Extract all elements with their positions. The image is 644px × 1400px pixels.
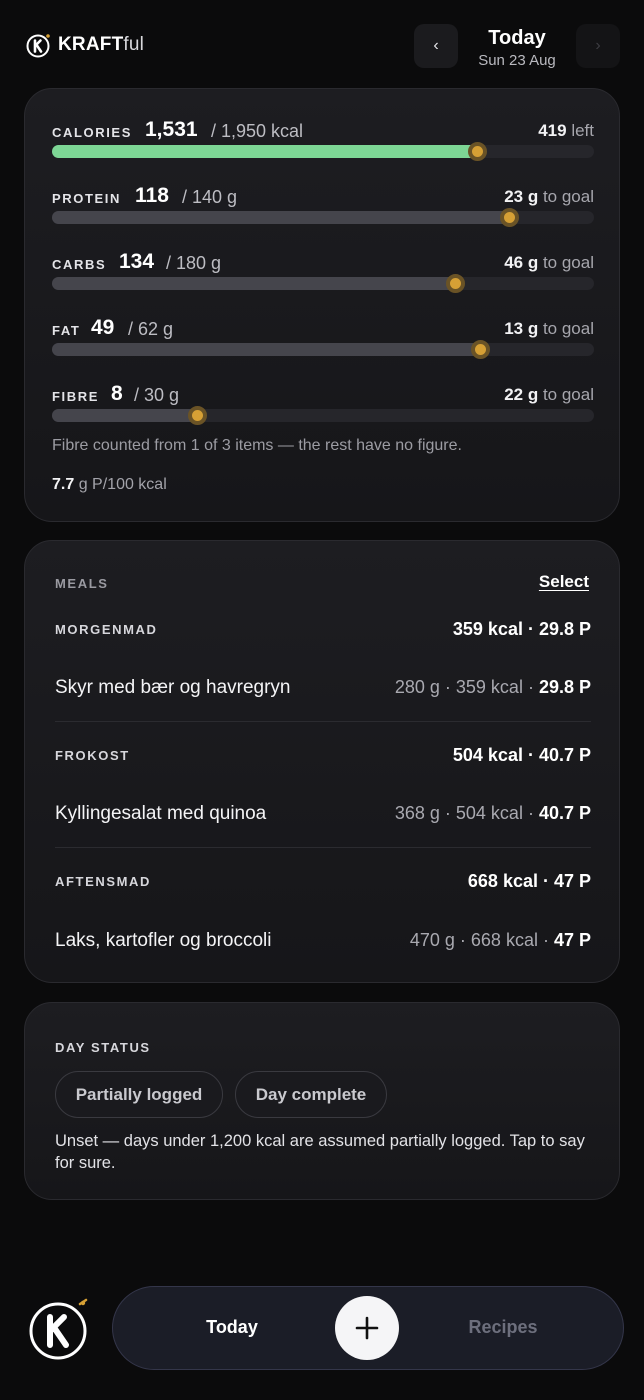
nutrient-target: / 62 g: [128, 319, 174, 339]
kraftful-logo-icon: [26, 34, 50, 58]
meal-item-name: Laks, kartofler og broccoli: [55, 930, 272, 951]
divider: [55, 721, 591, 722]
meal-item-name: Kyllingesalat med quinoa: [55, 803, 267, 824]
progress-fill: [52, 409, 197, 422]
progress-knob: [499, 208, 519, 227]
nutrient-row-fat: FAT 49 / 62 g 13 g to goal: [52, 316, 594, 371]
chevron-right-icon: ›: [595, 37, 601, 54]
nutrient-value: 1,531: [145, 118, 198, 141]
nutrient-remaining: 23 g to goal: [504, 187, 594, 206]
nutrient-value: 8: [111, 382, 123, 405]
progress-track: [52, 340, 594, 359]
day-status-heading: DAY STATUS: [55, 1040, 151, 1055]
meals-heading: MEALS: [55, 576, 109, 591]
fibre-note: Fibre counted from 1 of 3 items — the re…: [52, 437, 462, 454]
meals-card: MEALS Select MORGENMAD 359 kcal · 29.8 P…: [24, 540, 620, 983]
progress-fill: [52, 343, 481, 356]
progress-track: [52, 406, 594, 425]
protein-ratio: 7.7 g P/100 kcal: [52, 476, 167, 493]
meal-item-details: 368 g · 504 kcal · 40.7 P: [394, 803, 591, 823]
tab-recipes[interactable]: Recipes: [453, 1317, 553, 1338]
kraftful-logo-icon[interactable]: [28, 1298, 90, 1360]
nutrient-value: 134: [119, 250, 155, 273]
progress-fill: [52, 277, 456, 290]
meal-item[interactable]: Laks, kartofler og broccoli 470 g · 668 …: [55, 928, 591, 956]
nutrient-remaining: 46 g to goal: [504, 253, 594, 272]
day-status-card: DAY STATUS Partially logged Day complete…: [24, 1002, 620, 1200]
previous-day-button[interactable]: ‹: [414, 24, 458, 68]
date-display: Today Sun 23 Aug: [460, 27, 574, 69]
progress-track: [52, 142, 594, 161]
nutrient-name: FAT: [52, 323, 81, 338]
meal-group-name: MORGENMAD: [55, 622, 158, 637]
progress-track: [52, 274, 594, 293]
nutrient-row-carbs: CARBS 134 / 180 g 46 g to goal: [52, 250, 594, 305]
nutrient-remaining: 13 g to goal: [504, 319, 594, 338]
brand: KRAFTful: [26, 32, 144, 58]
meal-group-name: FROKOST: [55, 748, 130, 763]
add-button[interactable]: [335, 1296, 399, 1360]
nutrient-name: CARBS: [52, 257, 107, 272]
meal-item-details: 470 g · 668 kcal · 47 P: [409, 930, 591, 950]
day-status-help[interactable]: Unset — days under 1,200 kcal are assume…: [55, 1130, 595, 1174]
nutrient-target: / 140 g: [182, 187, 238, 207]
nutrient-target: / 30 g: [134, 385, 180, 405]
next-day-button[interactable]: ›: [576, 24, 620, 68]
meal-item[interactable]: Kyllingesalat med quinoa 368 g · 504 kca…: [55, 801, 591, 829]
meal-group-header: MORGENMAD 359 kcal · 29.8 P: [55, 619, 591, 643]
nutrient-row-fibre: FIBRE 8 / 30 g 22 g to goal: [52, 382, 594, 437]
nutrient-row-calories: CALORIES 1,531 / 1,950 kcal 419 left: [52, 118, 594, 173]
chevron-left-icon: ‹: [433, 37, 439, 54]
progress-knob: [446, 274, 466, 293]
nutrient-name: CALORIES: [52, 125, 132, 140]
meal-group-summary: 668 kcal · 47 P: [467, 871, 591, 891]
app-header: KRAFTful ‹ Today Sun 23 Aug ›: [0, 0, 644, 90]
nutrient-target: / 1,950 kcal: [211, 121, 304, 141]
brand-name: KRAFTful: [58, 34, 145, 55]
nutrient-value: 49: [91, 316, 115, 339]
meal-item-name: Skyr med bær og havregryn: [55, 677, 291, 698]
progress-knob: [468, 142, 488, 161]
meal-group-header: AFTENSMAD 668 kcal · 47 P: [55, 871, 591, 895]
meal-group-header: FROKOST 504 kcal · 40.7 P: [55, 745, 591, 769]
progress-track: [52, 208, 594, 227]
nutrition-summary-card: CALORIES 1,531 / 1,950 kcal 419 left PRO…: [24, 88, 620, 522]
meal-group-summary: 504 kcal · 40.7 P: [452, 745, 591, 765]
date-subtitle: Sun 23 Aug: [478, 52, 556, 69]
progress-fill: [52, 145, 478, 158]
meal-group-summary: 359 kcal · 29.8 P: [452, 619, 591, 639]
meal-item[interactable]: Skyr med bær og havregryn 280 g · 359 kc…: [55, 675, 591, 703]
plus-icon: [355, 1316, 379, 1340]
page-title: Today: [488, 27, 546, 49]
nutrient-value: 118: [135, 184, 169, 207]
bottom-tab-bar: Today Recipes: [112, 1286, 624, 1370]
divider: [55, 847, 591, 848]
nutrient-remaining: 419 left: [538, 121, 594, 140]
meal-item-details: 280 g · 359 kcal · 29.8 P: [394, 677, 591, 697]
nutrient-row-protein: PROTEIN 118 / 140 g 23 g to goal: [52, 184, 594, 239]
progress-fill: [52, 211, 509, 224]
progress-knob: [471, 340, 491, 359]
nutrient-name: FIBRE: [52, 389, 99, 404]
day-complete-button[interactable]: Day complete: [235, 1071, 387, 1118]
progress-knob: [187, 406, 207, 425]
select-button[interactable]: Select: [539, 572, 589, 592]
meal-group-name: AFTENSMAD: [55, 874, 152, 889]
nutrient-target: / 180 g: [166, 253, 222, 273]
tab-today[interactable]: Today: [183, 1317, 281, 1338]
nutrient-name: PROTEIN: [52, 191, 121, 206]
nutrient-remaining: 22 g to goal: [504, 385, 594, 404]
partially-logged-button[interactable]: Partially logged: [55, 1071, 223, 1118]
